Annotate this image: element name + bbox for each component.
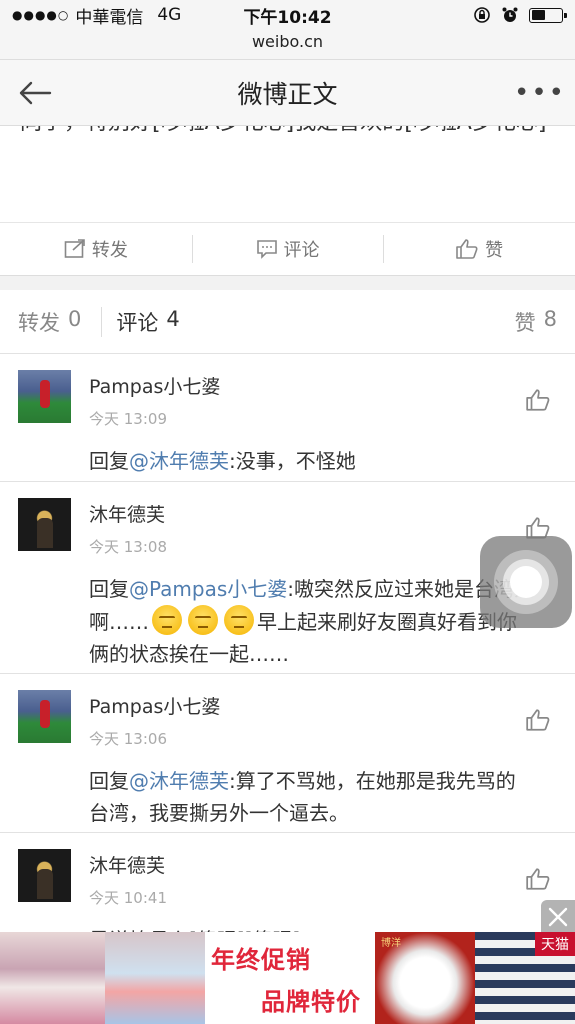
assistive-touch-button[interactable] [480, 536, 572, 628]
rotation-lock-icon [473, 6, 491, 24]
tab-comments-label: 评论 [116, 310, 159, 335]
comment-time: 今天 13:06 [89, 730, 167, 748]
tab-likes-label: 赞 [514, 310, 536, 335]
comment-username[interactable]: 沐年德芙 [89, 851, 555, 879]
ad-product-image [105, 932, 205, 1024]
back-arrow-icon [19, 81, 52, 104]
like-button[interactable]: 赞 [383, 223, 575, 275]
comment-text: 回复@沐年德芙:没事，不怪她 [89, 445, 555, 477]
comment-username[interactable]: Pampas小七婆 [89, 692, 555, 720]
nav-bar: 微博正文 ••• [0, 60, 575, 126]
comment-like-button[interactable] [525, 708, 551, 732]
avatar[interactable] [18, 849, 71, 902]
back-button[interactable] [0, 60, 70, 126]
carrier-name: 中華電信 [75, 7, 144, 28]
comment-like-button[interactable] [525, 867, 551, 891]
pensive-emoji-icon [224, 605, 254, 635]
tab-likes-count: 8 [543, 306, 557, 331]
status-bar: ●●●●○ 中華電信 4G 下午10:42 [0, 0, 575, 30]
comment-list: Pampas小七婆 今天 13:09 回复@沐年德芙:没事，不怪她 沐年德芙 今… [0, 354, 575, 963]
page-title: 微博正文 [237, 79, 338, 109]
signal-icon: ●●●●○ [12, 8, 70, 22]
share-icon [64, 239, 85, 258]
ad-headline: 年终促销 [211, 946, 311, 974]
network-type: 4G [157, 5, 182, 25]
alarm-icon [501, 6, 519, 24]
tab-reposts-label: 转发 [18, 310, 60, 335]
tab-reposts-count: 0 [68, 306, 82, 331]
avatar[interactable] [18, 498, 71, 551]
tab-likes[interactable]: 赞 8 [515, 307, 557, 337]
battery-icon [529, 7, 567, 23]
ad-text-panel: 年终促销 品牌特价 [205, 932, 375, 1024]
repost-button[interactable]: 转发 [0, 223, 192, 275]
thumbs-up-icon [526, 709, 550, 731]
like-label: 赞 [485, 240, 504, 261]
pensive-emoji-icon [188, 605, 218, 635]
pensive-emoji-icon [152, 605, 182, 635]
close-icon [548, 907, 568, 927]
avatar[interactable] [18, 370, 71, 423]
reply-prefix: 回复 [89, 769, 129, 793]
ad-close-button[interactable] [541, 900, 575, 934]
comment-username[interactable]: 沐年德芙 [89, 500, 555, 528]
ad-product-image: 博洋 [375, 932, 475, 1024]
avatar[interactable] [18, 690, 71, 743]
mention-link[interactable]: @Pampas小七婆 [129, 577, 287, 601]
tab-comments[interactable]: 评论 4 [116, 307, 179, 337]
comment-username[interactable]: Pampas小七婆 [89, 372, 555, 400]
ad-subline: 品牌特价 [261, 988, 361, 1016]
comment-label: 评论 [283, 240, 320, 261]
repost-label: 转发 [91, 240, 128, 261]
ad-banner[interactable]: 年终促销 品牌特价 博洋 天猫 [0, 932, 575, 1024]
more-button[interactable]: ••• [505, 78, 575, 108]
comment-time: 今天 13:09 [89, 410, 167, 428]
thumbs-up-icon [456, 239, 478, 259]
post-text: 同学，特别好[哆啦A梦花心]我是喜欢的[哆啦A梦花心] [20, 126, 555, 140]
ad-brand: 博洋 [381, 938, 401, 949]
comment-item: Pampas小七婆 今天 13:06 回复@沐年德芙:算了不骂她，在她那是我先骂… [0, 674, 575, 833]
ad-product-image: 天猫 [475, 932, 575, 1024]
thumbs-up-icon [526, 389, 550, 411]
tab-reposts[interactable]: 转发 0 [18, 307, 81, 337]
comment-text: 回复@沐年德芙:算了不骂她，在她那是我先骂的台湾，我要撕另外一个逼去。 [89, 765, 555, 829]
comment-button[interactable]: 评论 [191, 223, 384, 275]
comment-content: :没事，不怪她 [229, 449, 356, 473]
url-bar[interactable]: weibo.cn [0, 30, 575, 60]
post-actions: 转发 评论 赞 [0, 222, 575, 276]
comment-item: Pampas小七婆 今天 13:09 回复@沐年德芙:没事，不怪她 [0, 354, 575, 482]
reply-prefix: 回复 [89, 449, 129, 473]
tab-comments-count: 4 [166, 306, 180, 331]
ad-product-image [0, 932, 105, 1024]
mention-link[interactable]: @沐年德芙 [129, 769, 229, 793]
comment-icon [256, 240, 277, 259]
comment-time: 今天 10:41 [89, 889, 167, 907]
tab-bar: 转发 0 评论 4 赞 8 [0, 290, 575, 354]
thumbs-up-icon [526, 868, 550, 890]
reply-prefix: 回复 [89, 577, 129, 601]
mention-link[interactable]: @沐年德芙 [129, 449, 229, 473]
post-body: 同学，特别好[哆啦A梦花心]我是喜欢的[哆啦A梦花心] [0, 126, 575, 222]
tmall-badge: 天猫 [535, 932, 575, 956]
comment-like-button[interactable] [525, 388, 551, 412]
